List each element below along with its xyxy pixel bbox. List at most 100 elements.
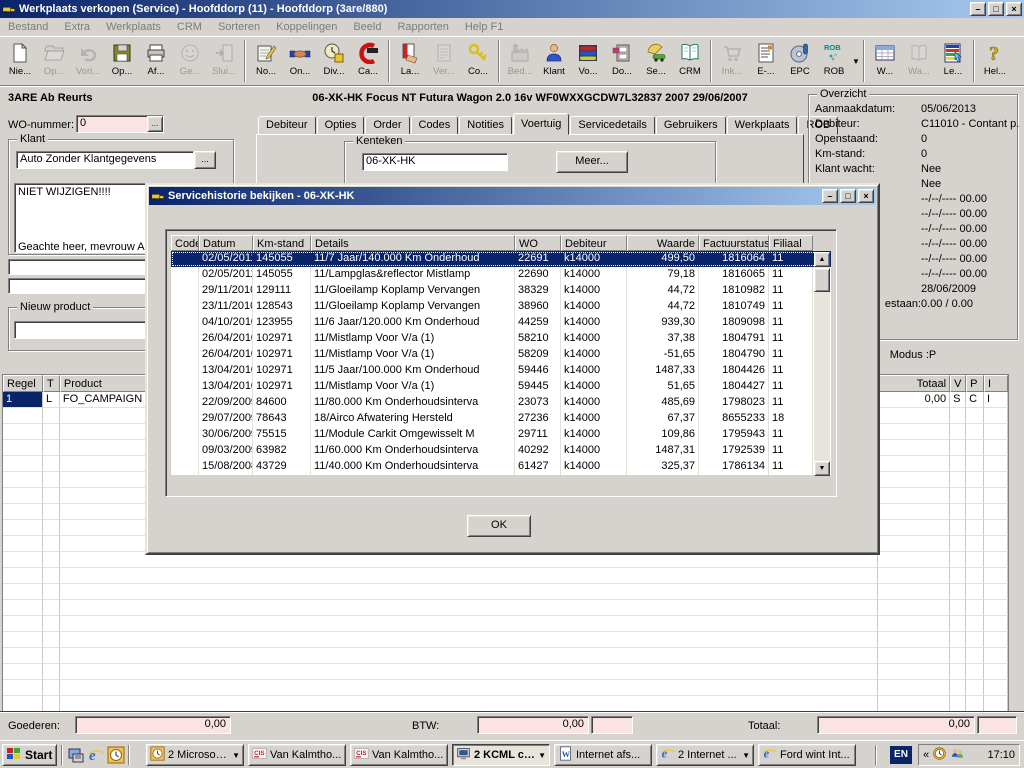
service-history-row[interactable]: 02/05/201114505511/Lampglas&reflector Mi… [171,267,831,283]
grid-empty-row[interactable] [3,664,1008,680]
start-button[interactable]: Start [2,744,57,766]
toolbar-button-no[interactable]: No... [249,39,283,84]
dialog-maximize-button[interactable]: □ [840,189,856,203]
dialog-minimize-button[interactable]: – [822,189,838,203]
show-desktop-icon[interactable] [67,746,85,764]
menu-item-help-f1[interactable]: Help F1 [457,21,512,33]
toolbar-button-le[interactable]: Le... [936,39,970,84]
btw-field[interactable]: 0,00 [477,716,589,734]
dropdown-arrow-icon[interactable]: ▼ [538,751,546,760]
ok-button[interactable]: OK [467,515,531,537]
dialog-close-button[interactable]: × [858,189,874,203]
task-button-6[interactable]: eFord wint Int... [758,744,856,766]
toolbar-button-w[interactable]: W... [868,39,902,84]
scroll-thumb[interactable] [814,268,830,292]
toolbar-button-co[interactable]: Co... [461,39,495,84]
dropdown-arrow-icon[interactable]: ▼ [742,751,750,760]
service-history-row[interactable]: 29/11/201012911111/Gloeilamp Koplamp Ver… [171,283,831,299]
menu-item-extra[interactable]: Extra [56,21,98,33]
service-table-col-header[interactable]: Datum [199,235,253,251]
kenteken-input[interactable]: 06-XK-HK [362,153,508,171]
toolbar-button-af[interactable]: Af... [139,39,173,84]
tab-notities[interactable]: Notities [459,116,512,135]
internet-explorer-icon[interactable]: e [87,746,105,764]
tab-codes[interactable]: Codes [411,116,459,135]
btw-extra-field[interactable] [591,716,633,734]
dropdown-arrow-icon[interactable]: ▼ [852,57,860,66]
dropdown-arrow-icon[interactable]: ▼ [232,751,240,760]
tab-voertuig[interactable]: Voertuig [513,113,569,135]
grid-empty-row[interactable] [3,696,1008,712]
language-indicator[interactable]: EN [890,746,912,764]
free-input-2[interactable] [8,278,148,294]
service-history-row[interactable]: 15/08/20084372911/40.000 Km Onderhoudsin… [171,459,831,475]
toolbar-button-e[interactable]: E-... [749,39,783,84]
totaal-field[interactable]: 0,00 [817,716,975,734]
service-history-row[interactable]: 26/04/201010297111/Mistlamp Voor V/a (1)… [171,331,831,347]
toolbar-button-rob[interactable]: ROBROB [817,39,851,84]
service-table-col-header[interactable]: Waarde [627,235,699,251]
nieuw-product-input[interactable] [14,321,152,339]
toolbar-button-epc[interactable]: EPC [783,39,817,84]
toolbar-button-klant[interactable]: Klant [537,39,571,84]
schedule-icon[interactable] [107,746,125,764]
totaal-extra-field[interactable] [977,716,1017,734]
tab-werkplaats[interactable]: Werkplaats [727,116,798,135]
grid-empty-row[interactable] [3,584,1008,600]
toolbar-button-nie[interactable]: Nie... [3,39,37,84]
task-button-0[interactable]: 2 Microsoft...▼ [146,744,244,766]
service-table-col-header[interactable]: WO [515,235,561,251]
task-button-2[interactable]: CISVan Kalmtho... [350,744,448,766]
tab-order[interactable]: Order [365,116,409,135]
service-history-row[interactable]: 13/04/201010297111/Mistlamp Voor V/a (1)… [171,379,831,395]
tray-clock-icon[interactable] [932,746,947,764]
toolbar-button-hel[interactable]: ?Hel... [978,39,1012,84]
service-table-col-header[interactable]: Filiaal [769,235,813,251]
goederen-field[interactable]: 0,00 [75,716,231,734]
menu-item-sorteren[interactable]: Sorteren [210,21,268,33]
toolbar-button-on[interactable]: On... [283,39,317,84]
menu-item-werkplaats[interactable]: Werkplaats [98,21,169,33]
task-button-4[interactable]: WInternet afs... [554,744,652,766]
grid-empty-row[interactable] [3,680,1008,696]
task-button-5[interactable]: e2 Internet ...▼ [656,744,754,766]
grid-empty-row[interactable] [3,600,1008,616]
close-button[interactable]: × [1006,2,1022,16]
service-history-row[interactable]: 09/03/20096398211/60.000 Km Onderhoudsin… [171,443,831,459]
task-button-3[interactable]: 2 KCML cli...▼ [452,744,550,766]
menu-item-koppelingen[interactable]: Koppelingen [268,21,345,33]
tab-servicedetails[interactable]: Servicedetails [570,116,654,135]
meer-button[interactable]: Meer... [556,151,628,173]
service-history-row[interactable]: 30/06/20097551511/Module Carkit Omgewiss… [171,427,831,443]
wo-number-field[interactable]: 0 ... [76,115,164,133]
table-scrollbar[interactable]: ▲ ▼ [814,252,830,476]
service-history-row[interactable]: 23/11/201012854311/Gloeilamp Koplamp Ver… [171,299,831,315]
toolbar-button-la[interactable]: La... [393,39,427,84]
free-input-1[interactable] [8,259,148,275]
service-table-col-header[interactable]: Km-stand [253,235,311,251]
service-history-row[interactable]: 29/07/20097864318/Airco Afwatering Herst… [171,411,831,427]
klant-input[interactable]: Auto Zonder Klantgegevens [16,151,194,169]
wo-browse-button[interactable]: ... [147,116,163,132]
service-table-col-header[interactable]: Factuurstatus [699,235,769,251]
toolbar-button-ca[interactable]: Ca... [351,39,385,84]
toolbar-button-do[interactable]: Do... [605,39,639,84]
scroll-down-button[interactable]: ▼ [814,461,830,476]
scroll-up-button[interactable]: ▲ [814,252,830,267]
service-history-row[interactable]: 04/10/201012395511/6 Jaar/120.000 Km Ond… [171,315,831,331]
maximize-button[interactable]: □ [988,2,1004,16]
service-history-row[interactable]: 26/04/201010297111/Mistlamp Voor V/a (1)… [171,347,831,363]
menu-item-beeld[interactable]: Beeld [345,21,389,33]
klant-browse-button[interactable]: ... [194,151,216,169]
grid-empty-row[interactable] [3,616,1008,632]
tab-gebruikers[interactable]: Gebruikers [656,116,726,135]
menu-item-bestand[interactable]: Bestand [0,21,56,33]
tray-chevron[interactable]: « [923,749,929,761]
toolbar-button-se[interactable]: Se... [639,39,673,84]
tray-network-icon[interactable] [950,746,965,764]
service-history-row[interactable]: 02/05/201114505511/7 Jaar/140.000 Km Ond… [171,251,831,267]
minimize-button[interactable]: – [970,2,986,16]
menu-item-crm[interactable]: CRM [169,21,210,33]
grid-empty-row[interactable] [3,648,1008,664]
service-history-row[interactable]: 13/04/201010297111/5 Jaar/100.000 Km Ond… [171,363,831,379]
